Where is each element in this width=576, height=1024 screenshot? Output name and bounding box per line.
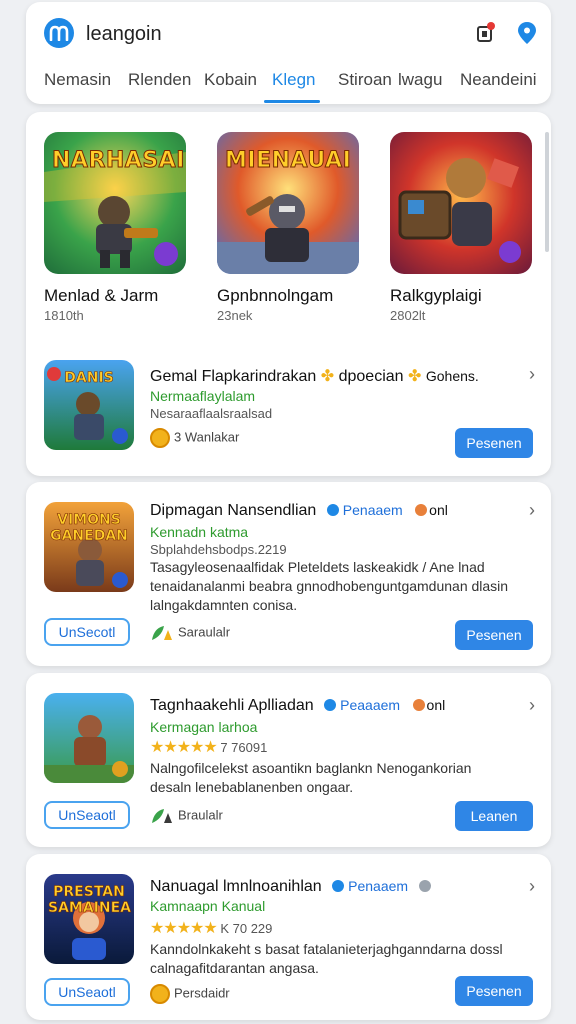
featured-sub: 23nek xyxy=(217,308,253,323)
app-title-b: dpoecian xyxy=(338,368,404,385)
top-header: leangoin Nemasin Rlenden Kobain Klegn St… xyxy=(26,2,551,104)
leaf-icon xyxy=(152,626,172,640)
publisher-badge: Penaaem xyxy=(342,502,403,518)
tab-lwagu[interactable]: lwagu xyxy=(398,70,442,90)
app-meta: Saraulalr xyxy=(150,624,230,642)
featured-thumbnail[interactable] xyxy=(390,132,532,274)
app-card: VIMONS GANEDAN Dipmagan Nansendlian Pena… xyxy=(26,482,551,666)
featured-name[interactable]: Gpnbnnolngam xyxy=(217,286,333,306)
app-meta-text: Persdaidr xyxy=(174,985,230,1001)
app-art-title: DANIS xyxy=(64,370,114,387)
leaf-icon xyxy=(152,809,172,823)
app-meta: 3 Wanlakar xyxy=(150,428,239,448)
primary-action-button[interactable]: Pesenen xyxy=(455,620,533,650)
app-details: Sbplahdehsbodps.2219 xyxy=(150,542,287,557)
app-title[interactable]: Gemal Flapkarindrakan ✤ dpoecian ✤ Gohen… xyxy=(150,366,479,386)
rating-count: 7 76091 xyxy=(220,740,268,755)
chevron-right-icon[interactable]: › xyxy=(529,695,535,716)
developer-name[interactable]: Kennadn katma xyxy=(150,524,248,540)
app-art-title: PRESTAN SAMAINEA xyxy=(48,884,132,917)
award-icon xyxy=(415,503,428,516)
app-title[interactable]: Tagnhaakehli Aplliadan Peaaaem onl xyxy=(150,697,445,715)
chevron-right-icon[interactable]: › xyxy=(529,876,535,897)
featured-name[interactable]: Ralkgyplaigi xyxy=(390,286,482,306)
app-thumbnail[interactable]: VIMONS GANEDAN xyxy=(44,502,134,592)
tab-klegn[interactable]: Klegn xyxy=(272,70,315,90)
featured-art-title: NARHASAI xyxy=(52,148,185,174)
badge-suffix: onl xyxy=(426,697,446,713)
tab-kobain[interactable]: Kobain xyxy=(204,70,257,90)
location-pin-icon[interactable] xyxy=(514,20,540,46)
rating-stars-icon: ★★★★★ xyxy=(150,739,218,756)
developer-name[interactable]: Nermaaflaylalam xyxy=(150,388,255,404)
app-meta: Braulalr xyxy=(150,807,223,825)
chevron-right-icon[interactable]: › xyxy=(529,500,535,521)
developer-name[interactable]: Kermagan larhoa xyxy=(150,719,257,735)
tab-rlenden[interactable]: Rlenden xyxy=(128,70,191,90)
app-title-a: Gemal Flapkarindrakan xyxy=(150,368,317,385)
featured-sub: 1810th xyxy=(44,308,84,323)
award-icon xyxy=(412,698,425,711)
featured-section: NARHASAI Menlad & Jarm 1810th MIENAUAI G… xyxy=(26,112,551,476)
app-title[interactable]: Nanuagal lmnlnoanihlan Penaaem xyxy=(150,878,435,896)
app-title: leangoin xyxy=(86,23,162,45)
info-icon xyxy=(418,879,431,892)
chevron-right-icon[interactable]: › xyxy=(529,364,535,385)
app-description: Tasagyleosenaalfidak Pleteldets laskeaki… xyxy=(150,559,509,613)
app-thumbnail[interactable]: DANIS xyxy=(44,360,134,450)
publisher-badge: Peaaaem xyxy=(340,697,401,713)
app-meta-text: Braulalr xyxy=(178,807,223,823)
coin-icon xyxy=(150,428,170,448)
app-title-c: Gohens. xyxy=(425,368,479,384)
verified-icon xyxy=(332,879,345,892)
app-card: Tagnhaakehli Aplliadan Peaaaem onl › Ker… xyxy=(26,673,551,847)
tab-bar: Nemasin Rlenden Kobain Klegn Stiroan lwa… xyxy=(26,68,551,104)
app-rating: ★★★★★ K 70 229 xyxy=(150,918,272,938)
app-thumbnail[interactable]: PRESTAN SAMAINEA xyxy=(44,874,134,964)
tab-stiroan[interactable]: Stiroan xyxy=(338,70,392,90)
verified-icon xyxy=(324,698,337,711)
app-meta-text: 3 Wanlakar xyxy=(174,429,240,445)
primary-action-button[interactable]: Leanen xyxy=(455,801,533,831)
app-details: Nesaraaflaalsraalsad xyxy=(150,406,273,421)
primary-action-button[interactable]: Pesenen xyxy=(455,428,533,458)
uninstall-button[interactable]: UnSecotl xyxy=(44,618,130,646)
uninstall-button[interactable]: UnSeaotl xyxy=(44,978,130,1006)
uninstall-button[interactable]: UnSeaotl xyxy=(44,801,130,829)
featured-art-title: MIENAUAI xyxy=(225,148,352,174)
app-description: Kanndolnkakeht s basat fatalanieterjaghg… xyxy=(150,941,503,976)
featured-thumbnail[interactable]: MIENAUAI xyxy=(217,132,359,274)
app-title-text: Nanuagal lmnlnoanihlan xyxy=(150,878,322,895)
tab-neandeini[interactable]: Neandeini xyxy=(460,70,537,90)
bonus-icon: ✤ xyxy=(408,368,422,385)
app-art-title: VIMONS GANEDAN xyxy=(50,512,128,545)
app-rating: ★★★★★ 7 76091 xyxy=(150,737,267,757)
scrollbar[interactable] xyxy=(545,132,549,252)
primary-action-button[interactable]: Pesenen xyxy=(455,976,533,1006)
featured-thumbnail[interactable]: NARHASAI xyxy=(44,132,186,274)
verified-icon xyxy=(326,503,339,516)
featured-sub: 2802lt xyxy=(390,308,426,323)
app-title-text: Tagnhaakehli Aplliadan xyxy=(150,697,314,714)
badge-suffix: onl xyxy=(429,502,448,518)
featured-name[interactable]: Menlad & Jarm xyxy=(44,286,158,306)
rating-count: K 70 229 xyxy=(220,921,273,936)
app-thumbnail[interactable] xyxy=(44,693,134,783)
bonus-icon: ✤ xyxy=(320,368,335,385)
app-meta-text: Saraulalr xyxy=(178,624,231,640)
developer-name[interactable]: Kamnaapn Kanual xyxy=(150,898,265,914)
app-card: PRESTAN SAMAINEA Nanuagal lmnlnoanihlan … xyxy=(26,854,551,1020)
rating-stars-icon: ★★★★★ xyxy=(150,920,218,937)
app-title-text: Dipmagan Nansendlian xyxy=(150,502,317,519)
publisher-badge: Penaaem xyxy=(348,878,409,894)
tab-nemasin[interactable]: Nemasin xyxy=(44,70,111,90)
coin-icon xyxy=(150,984,170,1004)
app-logo-icon[interactable] xyxy=(44,18,74,48)
app-meta: Persdaidr xyxy=(150,984,230,1004)
notification-icon[interactable] xyxy=(474,20,500,46)
app-title[interactable]: Dipmagan Nansendlian Penaaem onl xyxy=(150,502,448,520)
app-description: Nalngofilcelekst asoantikn baglankn Neno… xyxy=(150,760,472,795)
active-tab-indicator xyxy=(264,100,320,103)
